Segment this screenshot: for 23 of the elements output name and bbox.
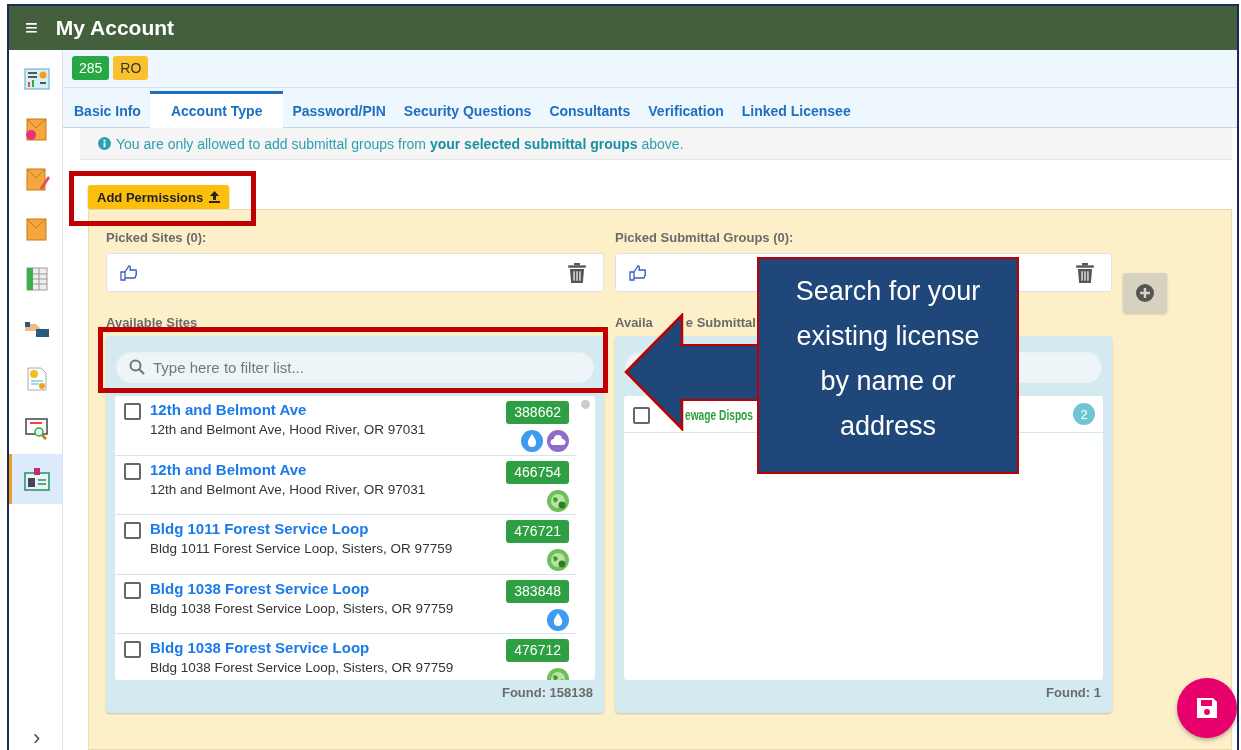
field-label: Picked Submittal Groups (0):: [615, 230, 795, 247]
found-count: Found: 158138: [500, 684, 594, 700]
site-address: Bldg 1038 Forest Service Loop, Sisters, OR 97759: [150, 660, 455, 676]
site-number-badge: 476721: [506, 520, 569, 544]
section-label: e Submittal: [685, 315, 756, 332]
site-number-badge: 466754: [506, 460, 569, 484]
site-address: Bldg 1038 Forest Service Loop, Sisters, OR 97759: [150, 600, 455, 616]
site-number-badge: 388662: [506, 401, 569, 424]
found-count: Found: 1: [1045, 684, 1102, 700]
status-badge: 285: [72, 56, 110, 80]
callout-tooltip: Search for your existing license by name or address: [757, 257, 1019, 474]
field-label: Picked Sites (0):: [106, 230, 208, 247]
site-number-badge: 383848: [506, 579, 569, 603]
site-number-badge: 476712: [506, 639, 569, 663]
status-badge: RO: [113, 56, 149, 80]
site-address: 12th and Belmont Ave, Hood River, OR 97031: [150, 481, 427, 497]
section-label: Available Sites: [106, 315, 199, 332]
count-badge: 2: [1073, 403, 1095, 425]
info-message: You are only allowed to add submittal groups from your selected submittal groups above.: [116, 135, 684, 152]
section-label: Availa: [615, 315, 653, 332]
site-address: Bldg 1011 Forest Service Loop, Sisters, OR 97759: [150, 541, 454, 557]
page-title: My Account: [55, 16, 175, 40]
site-address: 12th and Belmont Ave, Hood River, OR 97031: [150, 422, 427, 437]
